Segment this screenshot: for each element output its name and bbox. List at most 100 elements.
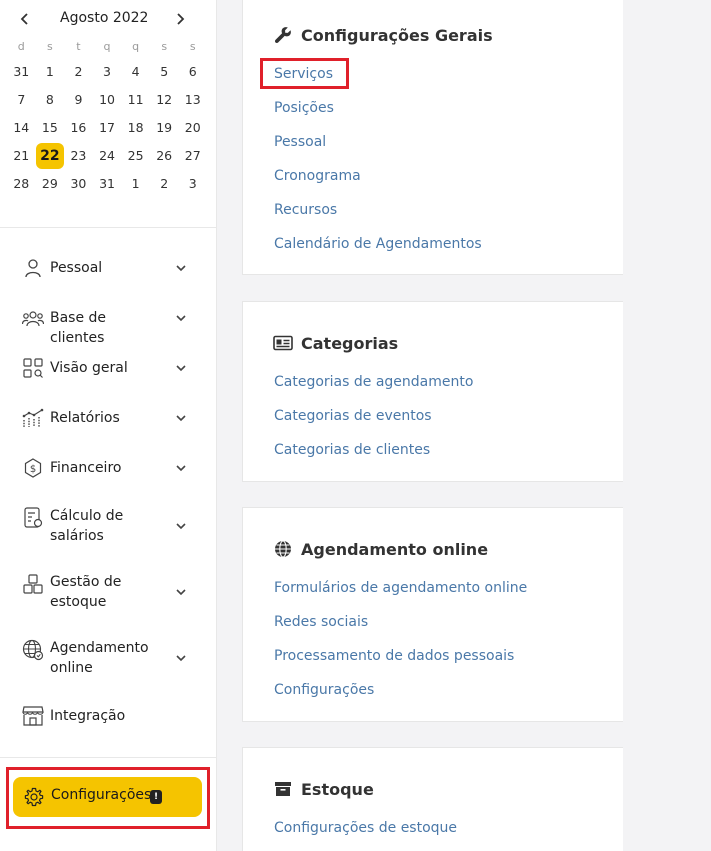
link-pessoal[interactable]: Pessoal — [274, 132, 326, 152]
link-formularios-de-agendamento-online[interactable]: Formulários de agendamento online — [274, 578, 527, 598]
highlight-box: Configurações ! — [6, 767, 210, 829]
chevron-down-icon[interactable] — [174, 361, 188, 375]
sidebar-item-visao-geral[interactable]: Visão geral — [0, 343, 216, 393]
chart-icon — [22, 407, 44, 429]
sidebar-item-label: Integração — [50, 708, 126, 724]
chevron-left-icon[interactable] — [16, 9, 34, 29]
calendar-day[interactable]: 7 — [7, 87, 36, 113]
calendar-day[interactable]: 11 — [121, 87, 150, 113]
calendar-day[interactable]: 27 — [178, 143, 207, 169]
calendar-day[interactable]: 26 — [150, 143, 179, 169]
calendar-day[interactable]: 21 — [7, 143, 36, 169]
calendar-day[interactable]: 19 — [150, 115, 179, 141]
sidebar-item-integracao[interactable]: Integração — [0, 691, 216, 741]
boxes-icon — [22, 573, 44, 595]
chevron-down-icon[interactable] — [174, 651, 188, 665]
configuracoes-label: Configurações — [51, 787, 152, 803]
link-categorias-de-eventos[interactable]: Categorias de eventos — [274, 406, 432, 426]
section-card-estoque: Estoque Configurações de estoque — [242, 747, 623, 851]
sidebar-item-label: Agendamento online — [50, 640, 149, 676]
chevron-down-icon[interactable] — [174, 585, 188, 599]
link-recursos[interactable]: Recursos — [274, 200, 337, 220]
sidebar-item-label: Cálculo de salários — [50, 508, 124, 544]
section-title: Categorias — [301, 333, 399, 353]
chevron-down-icon[interactable] — [174, 461, 188, 475]
sidebar-item-agendamento-online[interactable]: Agendamento online — [0, 625, 216, 691]
link-processamento-de-dados-pessoais[interactable]: Processamento de dados pessoais — [274, 646, 514, 666]
link-configuracoes-de-estoque[interactable]: Configurações de estoque — [274, 818, 457, 838]
calendar-day-today[interactable]: 22 — [35, 143, 65, 169]
link-configuracoes[interactable]: Configurações — [274, 680, 374, 700]
calendar-day[interactable]: 2 — [150, 171, 179, 197]
calendar-day[interactable]: 6 — [178, 59, 207, 85]
calendar-day[interactable]: 16 — [64, 115, 93, 141]
sidebar-item-label: Financeiro — [50, 460, 122, 476]
calendar-day[interactable]: 1 — [121, 171, 150, 197]
globe-icon — [22, 639, 44, 661]
chevron-right-icon[interactable] — [171, 9, 189, 29]
calendar-day[interactable]: 25 — [121, 143, 150, 169]
calendar-day[interactable]: 1 — [36, 59, 65, 85]
payroll-icon — [22, 507, 44, 529]
chevron-down-icon[interactable] — [174, 311, 188, 325]
section-card-categorias: Categorias Categorias de agendamento Cat… — [242, 301, 623, 482]
calendar-day[interactable]: 12 — [150, 87, 179, 113]
link-categorias-de-clientes[interactable]: Categorias de clientes — [274, 440, 430, 460]
calendar-day[interactable]: 24 — [93, 143, 122, 169]
calendar-day[interactable]: 28 — [7, 171, 36, 197]
section-header: Configurações Gerais — [273, 25, 493, 45]
calendar-day[interactable]: 15 — [36, 115, 65, 141]
calendar-day[interactable]: 18 — [121, 115, 150, 141]
chevron-down-icon[interactable] — [174, 261, 188, 275]
sidebar-item-relatorios[interactable]: Relatórios — [0, 393, 216, 443]
calendar-day[interactable]: 20 — [178, 115, 207, 141]
calendar-day[interactable]: 31 — [7, 59, 36, 85]
calendar-day[interactable]: 4 — [121, 59, 150, 85]
calendar-day[interactable]: 2 — [64, 59, 93, 85]
section-header: Categorias — [273, 333, 398, 353]
configuracoes-button[interactable]: Configurações ! — [13, 777, 202, 817]
calendar-day[interactable]: 13 — [178, 87, 207, 113]
calendar-day[interactable]: 23 — [64, 143, 93, 169]
calendar-day[interactable]: 17 — [93, 115, 122, 141]
calendar-day[interactable]: 9 — [64, 87, 93, 113]
link-cronograma[interactable]: Cronograma — [274, 166, 361, 186]
wrench-icon — [273, 25, 293, 45]
calendar-day[interactable]: 5 — [150, 59, 179, 85]
calendar-day[interactable]: 3 — [178, 171, 207, 197]
calendar-day[interactable]: 30 — [64, 171, 93, 197]
calendar-day[interactable]: 3 — [93, 59, 122, 85]
calendar-weekday: s — [189, 40, 196, 53]
sidebar-item-financeiro[interactable]: $ Financeiro — [0, 443, 216, 493]
calendar-day[interactable]: 31 — [93, 171, 122, 197]
calendar-weekday: d — [17, 40, 25, 53]
calendar-day[interactable]: 29 — [36, 171, 65, 197]
chevron-down-icon[interactable] — [174, 519, 188, 533]
calendar-weekday: q — [103, 40, 111, 53]
store-icon — [22, 705, 44, 727]
calendar-day[interactable]: 14 — [7, 115, 36, 141]
calendar-week-row: 21 22 23 24 25 26 27 — [7, 142, 207, 170]
sidebar-item-label: Gestão de estoque — [50, 574, 122, 610]
highlight-box — [260, 58, 349, 89]
calendar-week-row: 28 29 30 31 1 2 3 — [7, 170, 207, 198]
link-posicoes[interactable]: Posições — [274, 98, 334, 118]
chevron-down-icon[interactable] — [174, 411, 188, 425]
calendar-day[interactable]: 8 — [36, 87, 65, 113]
link-categorias-de-agendamento[interactable]: Categorias de agendamento — [274, 372, 473, 392]
sidebar-item-calculo-de-salarios[interactable]: Cálculo de salários — [0, 493, 216, 559]
link-redes-sociais[interactable]: Redes sociais — [274, 612, 368, 632]
link-calendario-de-agendamentos[interactable]: Calendário de Agendamentos — [274, 234, 482, 254]
sidebar-item-base-de-clientes[interactable]: Base de clientes — [0, 293, 216, 346]
person-icon — [22, 257, 44, 279]
calendar-weekday: s — [161, 40, 168, 53]
id-card-icon — [273, 333, 293, 353]
section-card-agendamento-online: Agendamento online Formulários de agenda… — [242, 507, 623, 722]
section-title: Configurações Gerais — [301, 25, 493, 45]
calendar-day[interactable]: 10 — [93, 87, 122, 113]
sidebar-item-pessoal[interactable]: Pessoal — [0, 243, 216, 293]
sidebar-item-label: Relatórios — [50, 410, 120, 426]
sidebar-item-gestao-de-estoque[interactable]: Gestão de estoque — [0, 559, 216, 625]
grid-search-icon — [22, 357, 44, 379]
gear-icon — [24, 787, 44, 807]
